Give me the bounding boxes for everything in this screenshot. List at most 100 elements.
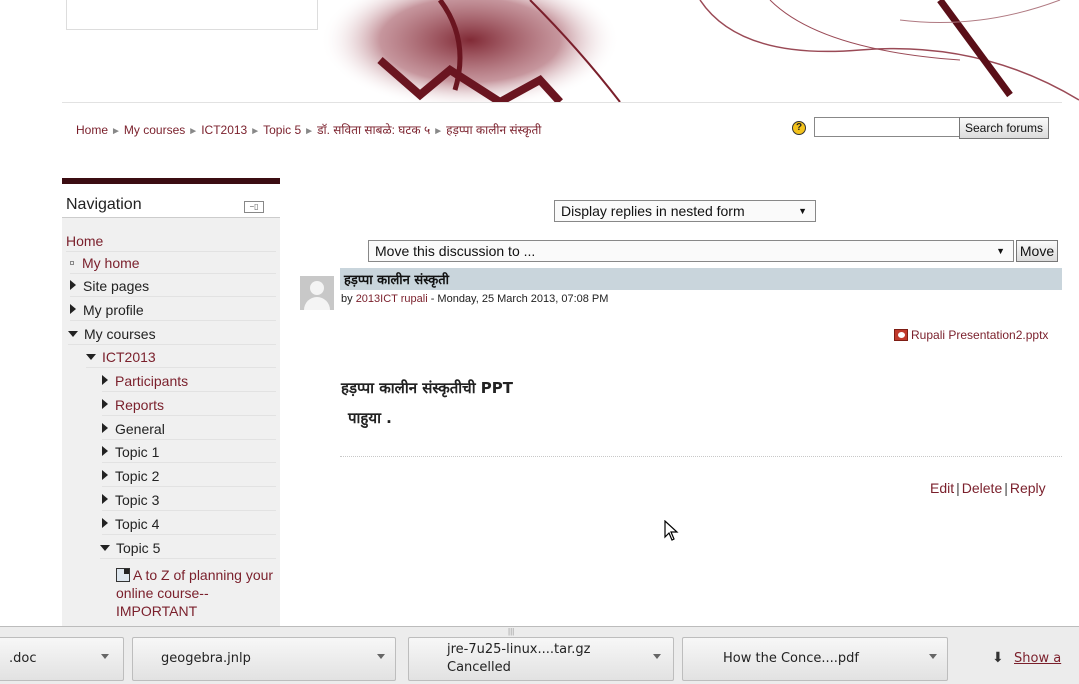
post-body-line: हड़प्पा कालीन संस्कृतीची PPT	[341, 379, 514, 397]
download-name: .doc	[9, 651, 37, 666]
document-icon	[116, 568, 130, 582]
nav-item-participants[interactable]: Participants	[102, 370, 276, 392]
download-item[interactable]: .doc	[0, 637, 124, 681]
nav-item-resource[interactable]: A to Z of planning your online course--I…	[116, 566, 276, 620]
expand-arrow-icon	[102, 399, 108, 409]
nav-item-my-home[interactable]: My home	[70, 252, 276, 274]
download-status: Cancelled	[447, 660, 511, 675]
collapse-arrow-icon	[100, 545, 110, 551]
navigation-title: Navigation	[66, 196, 142, 213]
action-separator: |	[1004, 480, 1008, 496]
download-name: geogebra.jnlp	[161, 651, 251, 666]
chevron-down-icon[interactable]	[929, 654, 937, 659]
nav-item-label: Home	[66, 233, 104, 249]
mouse-cursor-icon	[664, 520, 679, 541]
nav-item-label: Topic 1	[115, 444, 160, 460]
search-forums-button[interactable]: Search forums	[959, 117, 1049, 139]
navigation-header: Navigation −▯	[62, 178, 280, 218]
nav-item-topic-5[interactable]: Topic 5	[100, 537, 276, 559]
breadcrumb-my-courses[interactable]: My courses	[124, 123, 185, 137]
breadcrumb-separator: ►	[304, 126, 315, 137]
breadcrumb: Home ► My courses ► ICT2013 ► Topic 5 ► डॉ. सवित…	[76, 121, 541, 138]
nav-item-label: Reports	[115, 397, 165, 413]
dock-block-icon[interactable]: −▯	[244, 201, 264, 213]
nav-item-label: Topic 5	[116, 540, 161, 556]
help-icon[interactable]: ?	[792, 121, 806, 135]
nav-item-label: A to Z of planning your online course--I…	[116, 567, 274, 619]
breadcrumb-forum[interactable]: डॉ. सविता साबळे: घटक ५	[317, 123, 430, 137]
pptx-file-icon	[894, 329, 908, 341]
nav-item-label: ICT2013	[102, 349, 156, 365]
post-date: - Monday, 25 March 2013, 07:08 PM	[427, 293, 609, 305]
chevron-down-icon[interactable]	[101, 654, 109, 659]
nav-item-my-courses[interactable]: My courses	[68, 323, 276, 345]
breadcrumb-topic[interactable]: Topic 5	[263, 123, 301, 137]
move-discussion-value: Move this discussion to ...	[375, 243, 536, 259]
nav-item-label: My home	[82, 255, 140, 271]
action-separator: |	[956, 480, 960, 496]
post-actions: Edit | Delete | Reply	[930, 480, 1046, 496]
download-item[interactable]: geogebra.jnlp	[132, 637, 396, 681]
delete-link[interactable]: Delete	[962, 480, 1002, 496]
search-forums-input[interactable]	[814, 117, 960, 137]
nav-item-label: Topic 4	[115, 516, 160, 532]
nav-item-general[interactable]: General	[102, 418, 276, 440]
nav-item-my-profile[interactable]: My profile	[70, 299, 276, 321]
nav-item-reports[interactable]: Reports	[102, 394, 276, 416]
attachment-name: Rupali Presentation2.pptx	[911, 328, 1049, 342]
nav-item-label: Site pages	[83, 278, 150, 294]
expand-arrow-icon	[102, 446, 108, 456]
reply-link[interactable]: Reply	[1010, 480, 1046, 496]
logo-area	[66, 0, 318, 30]
chevron-down-icon[interactable]	[377, 654, 385, 659]
breadcrumb-separator: ►	[433, 126, 444, 137]
display-mode-select[interactable]: Display replies in nested form ▼	[554, 200, 816, 222]
user-avatar[interactable]	[300, 276, 334, 310]
dropdown-arrow-icon: ▼	[996, 246, 1005, 256]
nav-item-label: My profile	[83, 302, 144, 318]
collapse-arrow-icon	[86, 354, 96, 360]
move-button[interactable]: Move	[1016, 240, 1058, 262]
collapse-arrow-icon	[68, 331, 78, 337]
dropdown-arrow-icon: ▼	[798, 206, 807, 216]
breadcrumb-separator: ►	[250, 126, 261, 137]
breadcrumb-separator: ►	[188, 126, 199, 137]
expand-arrow-icon	[102, 375, 108, 385]
bullet-icon	[70, 261, 74, 265]
post-divider	[340, 456, 1062, 457]
expand-arrow-icon	[102, 470, 108, 480]
breadcrumb-home[interactable]: Home	[76, 123, 108, 137]
attachment-link[interactable]: Rupali Presentation2.pptx	[894, 328, 1048, 342]
nav-item-topic-1[interactable]: Topic 1	[102, 441, 276, 463]
breadcrumb-course[interactable]: ICT2013	[201, 123, 247, 137]
nav-item-label: Topic 2	[115, 468, 160, 484]
expand-arrow-icon	[70, 280, 76, 290]
move-discussion-select[interactable]: Move this discussion to ... ▼	[368, 240, 1014, 262]
show-all-downloads-link[interactable]: Show a	[1014, 651, 1061, 666]
nav-item-topic-4[interactable]: Topic 4	[102, 513, 276, 535]
byline-prefix: by	[341, 293, 353, 305]
download-name: jre-7u25-linux....tar.gz	[447, 642, 591, 657]
download-arrow-icon: ⬇	[992, 649, 1004, 665]
breadcrumb-discussion[interactable]: हड़प्पा कालीन संस्कृती	[446, 123, 541, 137]
edit-link[interactable]: Edit	[930, 480, 954, 496]
post-author-link[interactable]: 2013ICT rupali	[356, 293, 428, 305]
navbar: Home ► My courses ► ICT2013 ► Topic 5 ► डॉ. सवित…	[62, 102, 1062, 152]
nav-item-ict2013[interactable]: ICT2013	[86, 346, 276, 368]
nav-item-topic-3[interactable]: Topic 3	[102, 489, 276, 511]
post-body-line: पाहुया .	[348, 409, 392, 427]
post-header: हड़प्पा कालीन संस्कृती	[340, 268, 1062, 290]
nav-item-home[interactable]: Home	[66, 230, 276, 252]
nav-item-site-pages[interactable]: Site pages	[70, 275, 276, 297]
download-item[interactable]: jre-7u25-linux....tar.gz Cancelled	[408, 637, 674, 681]
nav-item-label: General	[115, 421, 165, 437]
chevron-down-icon[interactable]	[653, 654, 661, 659]
downloads-bar: ||| .doc geogebra.jnlp jre-7u25-linux...…	[0, 626, 1079, 684]
expand-arrow-icon	[102, 494, 108, 504]
download-item[interactable]: How the Conce....pdf	[682, 637, 948, 681]
expand-arrow-icon	[102, 423, 108, 433]
nav-item-topic-2[interactable]: Topic 2	[102, 465, 276, 487]
breadcrumb-separator: ►	[111, 126, 121, 137]
resize-grip-icon[interactable]: |||	[508, 627, 514, 636]
nav-item-label: My courses	[84, 326, 156, 342]
